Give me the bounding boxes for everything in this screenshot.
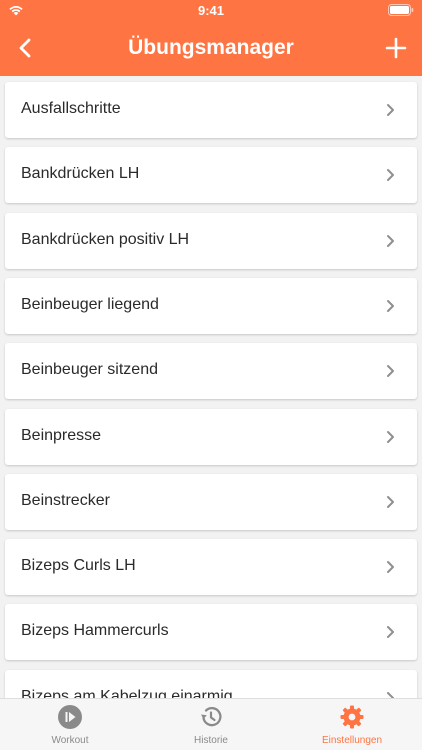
back-button[interactable]	[14, 36, 38, 60]
exercise-label: Beinbeuger sitzend	[21, 361, 158, 379]
navigation-bar: Übungsmanager	[0, 20, 422, 76]
exercise-label: Bizeps Hammercurls	[21, 622, 169, 640]
tab-historie[interactable]: Historie	[141, 699, 281, 750]
tab-label: Historie	[194, 735, 228, 746]
gear-icon	[340, 705, 364, 729]
exercise-label: Bizeps am Kabelzug einarmig	[21, 687, 233, 698]
chevron-right-icon	[387, 299, 394, 312]
exercise-label: Bizeps Curls LH	[21, 557, 136, 575]
chevron-right-icon	[387, 234, 394, 247]
chevron-right-icon	[387, 691, 394, 698]
chevron-right-icon	[387, 626, 394, 639]
chevron-right-icon	[387, 104, 394, 116]
list-item[interactable]: Beinstrecker	[5, 473, 417, 530]
tab-bar: Workout Historie Einstellungen	[0, 698, 422, 750]
add-exercise-button[interactable]	[384, 36, 408, 60]
tab-label: Workout	[51, 735, 89, 746]
history-icon	[201, 707, 222, 727]
page-title: Übungsmanager	[128, 36, 294, 59]
status-time: 9:41	[197, 3, 225, 18]
battery-icon	[388, 4, 414, 16]
list-item[interactable]: Beinbeuger sitzend	[5, 343, 417, 400]
list-item[interactable]: Bankdrücken LH	[5, 147, 417, 204]
list-item[interactable]: Beinbeuger liegend	[5, 277, 417, 334]
exercise-label: Bankdrücken positiv LH	[21, 230, 190, 248]
list-item[interactable]: Beinpresse	[5, 408, 417, 465]
exercise-label: Ausfallschritte	[21, 100, 121, 117]
tab-einstellungen[interactable]: Einstellungen	[282, 699, 422, 750]
list-item[interactable]: Bankdrücken positiv LH	[5, 212, 417, 269]
status-bar: 9:41	[0, 0, 422, 20]
list-item[interactable]: Ausfallschritte	[5, 82, 417, 138]
tab-workout[interactable]: Workout	[0, 699, 140, 750]
chevron-right-icon	[387, 169, 394, 182]
exercise-label: Beinpresse	[21, 426, 102, 444]
chevron-right-icon	[387, 495, 394, 508]
exercise-label: Bankdrücken LH	[21, 165, 140, 183]
chevron-right-icon	[387, 365, 394, 378]
chevron-right-icon	[387, 561, 394, 574]
tab-label: Einstellungen	[321, 735, 383, 746]
chevron-right-icon	[387, 430, 394, 443]
list-item[interactable]: Bizeps am Kabelzug einarmig	[5, 669, 417, 698]
list-item[interactable]: Bizeps Curls LH	[5, 539, 417, 596]
list-item[interactable]: Bizeps Hammercurls	[5, 604, 417, 661]
play-circle-icon	[58, 705, 82, 729]
exercise-list[interactable]: Ausfallschritte Bankdrücken LH Bankdrücken…	[0, 76, 422, 698]
exercise-label: Beinstrecker	[21, 491, 110, 509]
exercise-label: Beinbeuger liegend	[21, 295, 159, 313]
